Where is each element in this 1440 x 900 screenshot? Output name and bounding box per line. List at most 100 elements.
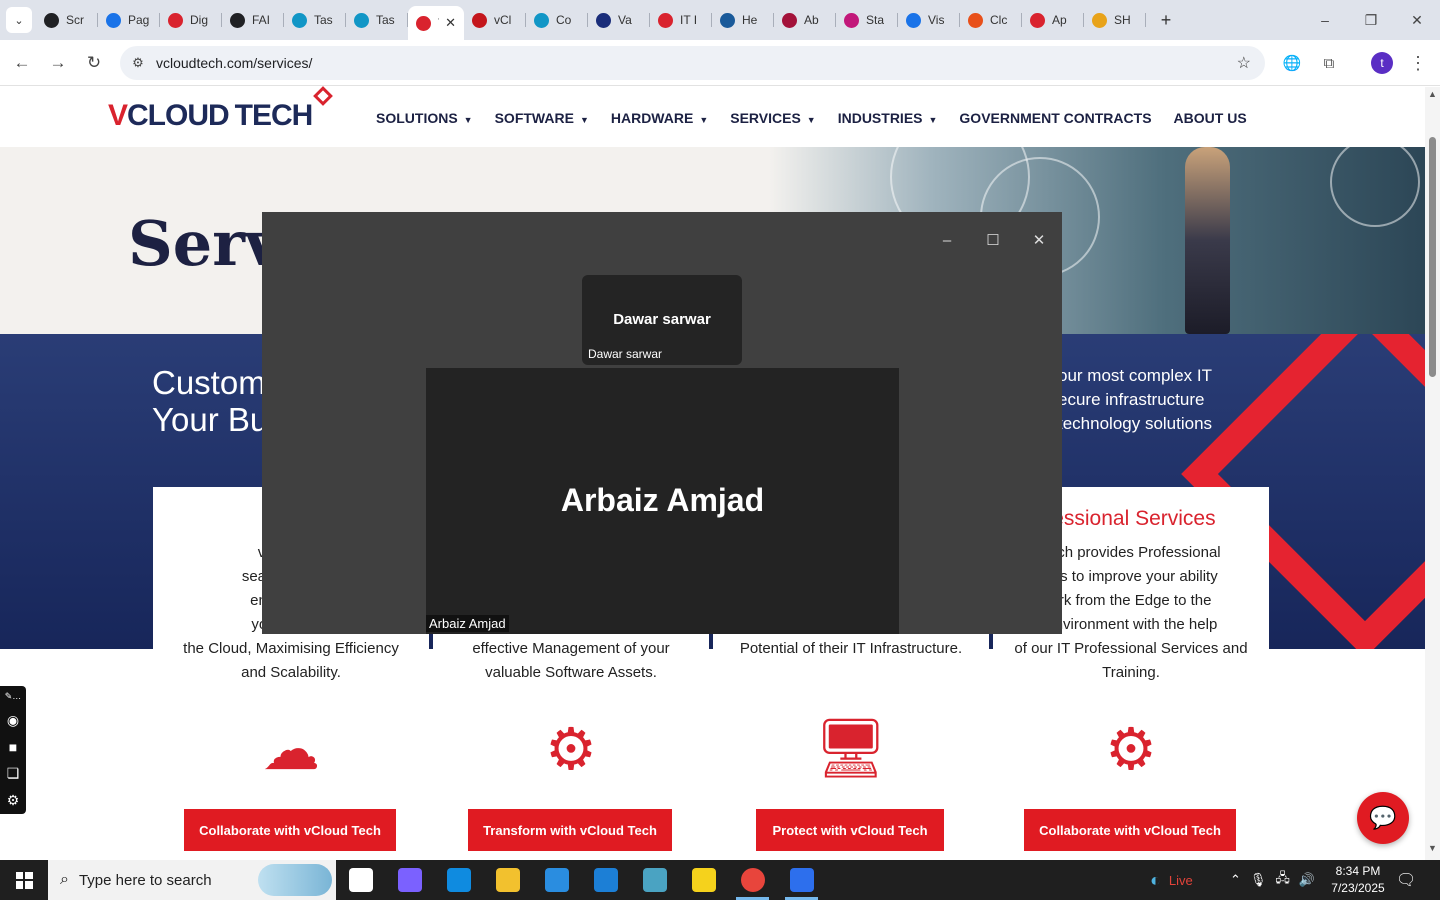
nav-item[interactable]: SOLUTIONS ▼ [376, 110, 473, 126]
tab-favicon-icon [230, 12, 245, 28]
browser-tab[interactable]: Th ✕ [408, 6, 464, 40]
weather-widget[interactable]: ◐ Live [1150, 860, 1193, 900]
site-logo[interactable]: VCLOUD TECH [108, 86, 334, 133]
tab-favicon-icon [720, 12, 735, 28]
participant-tile-small[interactable]: Dawar sarwar Dawar sarwar [582, 275, 742, 365]
microphone-icon[interactable]: 🎙 [1250, 872, 1267, 888]
nav-item[interactable]: SERVICES ▼ [730, 110, 815, 126]
browser-tab[interactable]: He [712, 4, 774, 36]
card-text-line: effective Management of your [472, 640, 670, 657]
site-info-icon[interactable]: ⚙ [120, 55, 156, 71]
taskbar-app-file-explorer[interactable] [483, 860, 532, 900]
taskbar-app-mail[interactable] [581, 860, 630, 900]
camera-icon[interactable]: ◉ [7, 712, 19, 729]
intro-heading-line: Custom [152, 364, 266, 401]
restore-button[interactable]: ❐ [1348, 0, 1394, 40]
card-cta-button[interactable]: Collaborate with vCloud Tech [184, 809, 396, 851]
tab-favicon-icon [658, 12, 673, 28]
gear-icon[interactable]: ⚙ [7, 792, 20, 809]
tab-search-button[interactable]: ⌄ [6, 7, 32, 33]
back-button[interactable]: ← [4, 45, 40, 81]
browser-tab[interactable]: Pag [98, 4, 160, 36]
profile-button[interactable]: t [1367, 48, 1397, 78]
window-icon[interactable]: ❏ [7, 765, 20, 782]
taskbar-app-copilot[interactable] [385, 860, 434, 900]
browser-tab[interactable]: Co [526, 4, 588, 36]
clock-date: 7/23/2025 [1331, 881, 1385, 895]
zoom-close-button[interactable]: ✕ [1024, 226, 1054, 254]
menu-icon[interactable]: ⋮ [1403, 48, 1433, 78]
card-cta-button[interactable]: Protect with vCloud Tech [756, 809, 944, 851]
participant-label: Dawar sarwar [588, 347, 663, 361]
browser-tab[interactable]: SH [1084, 4, 1146, 36]
browser-tab[interactable]: IT I [650, 4, 712, 36]
taskbar-app-app-blue[interactable] [630, 860, 679, 900]
browser-tab[interactable]: Va [588, 4, 650, 36]
url-text: vcloudtech.com/services/ [156, 55, 313, 71]
participant-tile-active[interactable]: Arbaiz Amjad Arbaiz Amjad [426, 368, 899, 634]
logo-gem-icon [313, 86, 334, 106]
forward-button[interactable]: → [40, 45, 76, 81]
caret-down-icon: ▼ [806, 115, 816, 125]
nav-label: GOVERNMENT CONTRACTS [959, 110, 1152, 126]
zoom-icon [789, 868, 814, 892]
notification-icon[interactable]: 🗨 [1396, 860, 1416, 900]
extensions-icon[interactable]: ⧉ [1314, 48, 1344, 78]
browser-tab[interactable]: Dig [160, 4, 222, 36]
minimize-button[interactable]: – [1302, 0, 1348, 40]
taskbar-app-sticky-notes[interactable] [679, 860, 728, 900]
mail-icon [593, 868, 618, 892]
nav-item[interactable]: HARDWARE ▼ [611, 110, 708, 126]
browser-tab[interactable]: FAI [222, 4, 284, 36]
close-window-button[interactable]: ✕ [1394, 0, 1440, 40]
page-title: Serv [128, 207, 281, 280]
taskbar-app-chrome[interactable] [728, 860, 777, 900]
tray-overflow-icon[interactable]: ⌃ [1230, 872, 1241, 888]
taskbar-app-store[interactable] [532, 860, 581, 900]
scroll-down-icon[interactable]: ▼ [1425, 843, 1440, 853]
close-tab-icon[interactable]: ✕ [445, 15, 456, 31]
new-tab-button[interactable]: + [1152, 10, 1180, 31]
browser-tab[interactable]: Tas [346, 4, 408, 36]
scroll-thumb[interactable] [1429, 137, 1436, 377]
browser-tab[interactable]: Ab [774, 4, 836, 36]
browser-tab[interactable]: Ap [1022, 4, 1084, 36]
browser-tab[interactable]: Tas [284, 4, 346, 36]
bookmark-star-icon[interactable]: ☆ [1237, 53, 1251, 73]
browser-tab[interactable]: vCl [464, 4, 526, 36]
pin-icon[interactable]: ✎… [5, 691, 22, 702]
nav-item[interactable]: SOFTWARE ▼ [495, 110, 589, 126]
network-icon[interactable]: 🖧 [1275, 869, 1290, 891]
browser-tab[interactable]: Clc [960, 4, 1022, 36]
windows-icon [15, 871, 33, 889]
scroll-up-icon[interactable]: ▲ [1425, 89, 1440, 99]
tab-favicon-icon [1092, 12, 1107, 28]
clock[interactable]: 8:34 PM 7/23/2025 [1326, 863, 1390, 897]
reload-button[interactable]: ↻ [76, 45, 112, 81]
browser-tab[interactable]: Scr [36, 4, 98, 36]
zoom-maximize-button[interactable]: ☐ [978, 226, 1008, 254]
volume-icon[interactable]: 🔊 [1299, 872, 1315, 888]
tab-title: Tas [314, 13, 333, 27]
participant-label: Arbaiz Amjad [426, 615, 509, 632]
address-bar[interactable]: ⚙ vcloudtech.com/services/ ☆ [120, 46, 1265, 80]
nav-label: ABOUT US [1173, 110, 1247, 126]
page-scrollbar[interactable]: ▲ ▼ [1425, 87, 1440, 860]
chat-button[interactable]: 💬 [1357, 792, 1409, 844]
taskbar-app-task-view[interactable] [336, 860, 385, 900]
nav-item[interactable]: INDUSTRIES ▼ [838, 110, 938, 126]
card-cta-button[interactable]: Transform with vCloud Tech [468, 809, 672, 851]
taskbar-search[interactable]: ⌕ Type here to search [48, 860, 336, 900]
taskbar-app-edge[interactable] [434, 860, 483, 900]
video-icon[interactable]: ■ [9, 739, 17, 755]
card-cta-button[interactable]: Collaborate with vCloud Tech [1024, 809, 1236, 851]
start-button[interactable] [0, 860, 48, 900]
nav-item[interactable]: ABOUT US [1174, 110, 1247, 126]
zoom-minimize-button[interactable]: – [932, 226, 962, 254]
browser-tab[interactable]: Sta [836, 4, 898, 36]
browser-tab[interactable]: Vis [898, 4, 960, 36]
tab-title: Tas [376, 13, 395, 27]
translate-icon[interactable]: 🌐 [1277, 48, 1307, 78]
taskbar-app-zoom[interactable] [777, 860, 826, 900]
nav-item[interactable]: GOVERNMENT CONTRACTS [959, 110, 1151, 126]
